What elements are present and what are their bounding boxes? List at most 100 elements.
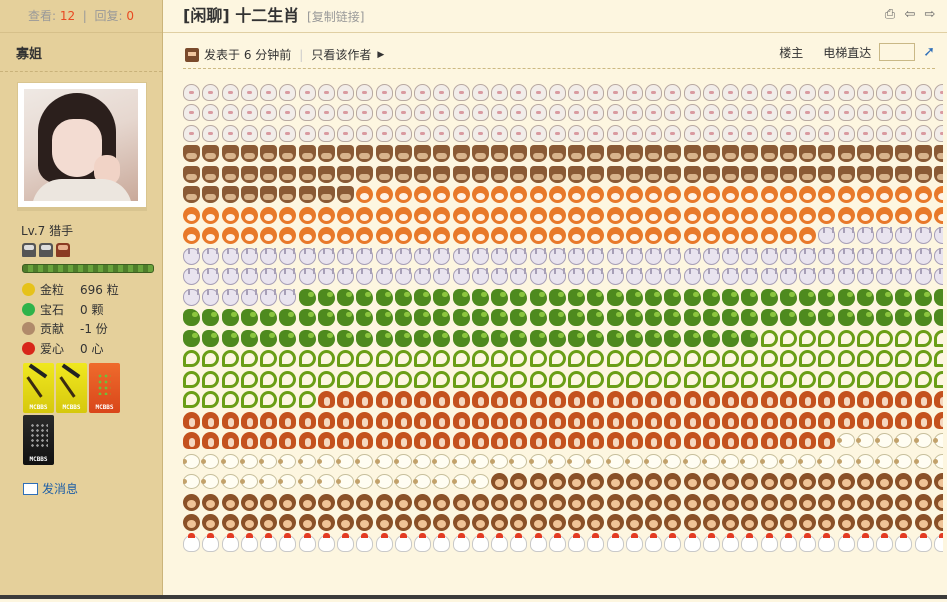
rabbit-emoji-icon bbox=[375, 247, 393, 265]
rabbit-emoji-icon bbox=[625, 247, 643, 265]
ox-emoji-icon bbox=[548, 145, 566, 163]
snake-emoji-icon bbox=[452, 350, 470, 368]
sheep-emoji-icon bbox=[663, 453, 682, 469]
monkey-emoji-icon bbox=[799, 493, 816, 511]
ox-emoji-icon bbox=[568, 165, 585, 183]
ox-emoji-icon bbox=[741, 145, 759, 163]
medal-dark[interactable]: MCBBS bbox=[23, 415, 54, 465]
content-line bbox=[183, 246, 943, 267]
rabbit-emoji-icon bbox=[876, 268, 893, 286]
rat-emoji-icon bbox=[625, 124, 643, 142]
dragon-emoji-icon bbox=[587, 309, 605, 327]
rat-emoji-icon bbox=[856, 83, 874, 101]
ox-emoji-icon bbox=[895, 145, 913, 163]
tiger-emoji-icon bbox=[702, 186, 720, 204]
sheep-emoji-icon bbox=[509, 453, 528, 469]
monkey-emoji-icon bbox=[568, 473, 585, 491]
dragon-emoji-icon bbox=[433, 288, 451, 306]
horse-emoji-icon bbox=[279, 432, 297, 450]
rabbit-emoji-icon bbox=[914, 227, 932, 245]
snake-emoji-icon bbox=[433, 350, 451, 368]
ox-emoji-icon bbox=[375, 165, 393, 183]
dragon-emoji-icon bbox=[664, 309, 682, 327]
ox-emoji-icon bbox=[933, 145, 943, 163]
horse-emoji-icon bbox=[741, 411, 759, 429]
horse-emoji-icon bbox=[587, 411, 605, 429]
print-icon[interactable]: ⎙ bbox=[883, 8, 897, 22]
tiger-emoji-icon bbox=[645, 206, 662, 224]
monkey-emoji-icon bbox=[433, 514, 451, 532]
monkey-emoji-icon bbox=[741, 514, 759, 532]
previous-thread-icon[interactable]: ⇦ bbox=[903, 8, 917, 22]
medal-tag: MCBBS bbox=[95, 404, 114, 411]
horse-emoji-icon bbox=[722, 411, 739, 429]
snake-emoji-icon bbox=[741, 370, 759, 388]
rabbit-emoji-icon bbox=[702, 247, 720, 265]
rabbit-emoji-icon bbox=[433, 247, 451, 265]
rat-emoji-icon bbox=[779, 104, 797, 122]
monkey-emoji-icon bbox=[587, 514, 605, 532]
horse-emoji-icon bbox=[645, 391, 662, 409]
rabbit-emoji-icon bbox=[702, 268, 720, 286]
tiger-emoji-icon bbox=[529, 227, 547, 245]
monkey-emoji-icon bbox=[645, 473, 662, 491]
rabbit-emoji-icon bbox=[183, 288, 200, 306]
snake-emoji-icon bbox=[471, 350, 489, 368]
ox-emoji-icon bbox=[548, 165, 566, 183]
rabbit-emoji-icon bbox=[933, 227, 943, 245]
rat-emoji-icon bbox=[587, 83, 605, 101]
author-only-link[interactable]: 只看该作者 bbox=[311, 46, 371, 63]
avatar[interactable] bbox=[17, 82, 147, 209]
tiger-emoji-icon bbox=[741, 186, 759, 204]
floor-jump-input[interactable] bbox=[879, 43, 916, 61]
triangle-right-icon[interactable]: ▶ bbox=[377, 50, 384, 60]
rooster-emoji-icon bbox=[741, 532, 759, 552]
rooster-emoji-icon bbox=[240, 532, 258, 552]
horse-emoji-icon bbox=[876, 391, 893, 409]
tiger-emoji-icon bbox=[394, 206, 412, 224]
sheep-emoji-icon bbox=[451, 453, 470, 469]
snake-emoji-icon bbox=[356, 350, 374, 368]
user-level[interactable]: Lv.7 猎手 bbox=[21, 222, 73, 239]
horse-emoji-icon bbox=[298, 432, 316, 450]
ox-emoji-icon bbox=[933, 165, 943, 183]
dragon-emoji-icon bbox=[933, 309, 943, 327]
ox-emoji-icon bbox=[760, 145, 778, 163]
rat-emoji-icon bbox=[702, 124, 720, 142]
monkey-emoji-icon bbox=[202, 493, 220, 511]
snake-emoji-icon bbox=[876, 350, 893, 368]
medal-pickaxe-2[interactable]: MCBBS bbox=[56, 363, 87, 413]
dragon-emoji-icon bbox=[895, 288, 913, 306]
sheep-emoji-icon bbox=[297, 474, 316, 490]
tiger-emoji-icon bbox=[260, 227, 277, 245]
ox-emoji-icon bbox=[260, 186, 277, 204]
content-line bbox=[183, 328, 943, 349]
copy-link-button[interactable]: [复制链接] bbox=[307, 10, 364, 24]
rat-emoji-icon bbox=[510, 83, 528, 101]
online-status-icon bbox=[185, 47, 199, 62]
tiger-emoji-icon bbox=[471, 206, 489, 224]
horse-emoji-icon bbox=[529, 432, 547, 450]
medal-tag: MCBBS bbox=[29, 456, 48, 463]
medal-orange[interactable]: MCBBS bbox=[89, 363, 120, 413]
rat-emoji-icon bbox=[933, 124, 943, 142]
rabbit-emoji-icon bbox=[741, 247, 759, 265]
author-name[interactable]: 寡姐 bbox=[0, 33, 162, 72]
medal-pickaxe-1[interactable]: MCBBS bbox=[23, 363, 54, 413]
rat-emoji-icon bbox=[741, 104, 759, 122]
send-message-link[interactable]: 发消息 bbox=[23, 480, 78, 497]
next-thread-icon[interactable]: ⇨ bbox=[923, 8, 937, 22]
horse-emoji-icon bbox=[317, 432, 335, 450]
dragon-emoji-icon bbox=[375, 309, 393, 327]
rooster-emoji-icon bbox=[356, 532, 374, 552]
snake-emoji-icon bbox=[221, 370, 239, 388]
sheep-emoji-icon bbox=[413, 453, 431, 469]
snake-emoji-icon bbox=[799, 370, 816, 388]
jump-go-icon[interactable]: ➚ bbox=[923, 44, 935, 60]
horse-emoji-icon bbox=[260, 411, 277, 429]
horse-emoji-icon bbox=[433, 391, 451, 409]
tiger-emoji-icon bbox=[394, 186, 412, 204]
rat-emoji-icon bbox=[625, 104, 643, 122]
rabbit-emoji-icon bbox=[722, 247, 739, 265]
monkey-emoji-icon bbox=[876, 473, 893, 491]
